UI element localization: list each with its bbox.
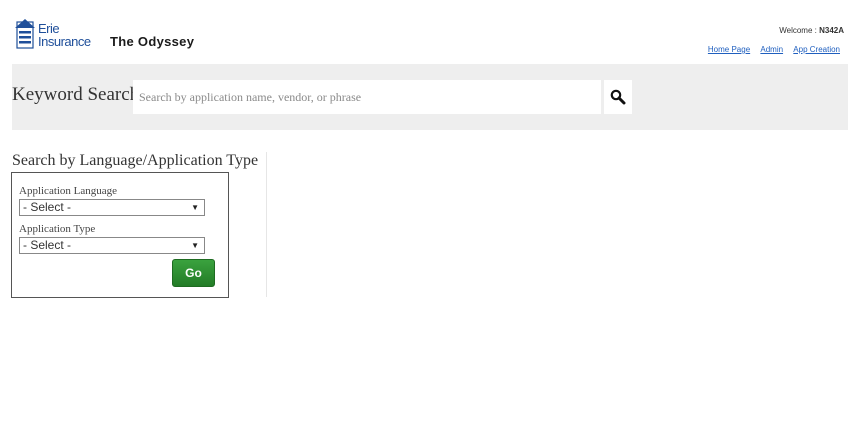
dropdown-arrow-icon: ▼ [191, 241, 199, 250]
home-page-link[interactable]: Home Page [708, 45, 750, 54]
app-creation-link[interactable]: App Creation [793, 45, 840, 54]
section-title: Search by Language/Application Type [12, 152, 259, 169]
admin-link[interactable]: Admin [760, 45, 783, 54]
logo-text-line2: Insurance [38, 34, 91, 49]
search-icon [610, 89, 626, 105]
welcome-text: Welcome : N342A [779, 26, 844, 35]
keyword-search-input[interactable] [133, 80, 601, 114]
keyword-search-bar: Keyword Search [12, 64, 848, 130]
keyword-search-label: Keyword Search [12, 84, 140, 105]
application-language-value: - Select - [23, 200, 72, 214]
top-nav-links: Home Page Admin App Creation [700, 45, 840, 54]
application-language-select[interactable]: - Select - ▼ [19, 199, 205, 216]
app-title: The Odyssey [110, 34, 195, 49]
erie-insurance-logo: Erie Insurance [15, 18, 95, 56]
vertical-divider [266, 152, 267, 297]
application-type-value: - Select - [23, 238, 72, 252]
filter-panel: Application Language - Select - ▼ Applic… [11, 172, 229, 298]
search-button[interactable] [604, 80, 632, 114]
erie-logo-icon [15, 19, 35, 49]
dropdown-arrow-icon: ▼ [191, 203, 199, 212]
application-language-label: Application Language [19, 185, 118, 197]
welcome-user: N342A [819, 26, 844, 35]
go-button[interactable]: Go [172, 259, 215, 287]
welcome-prefix: Welcome : [779, 26, 820, 35]
application-type-select[interactable]: - Select - ▼ [19, 237, 205, 254]
application-type-label: Application Type [19, 223, 96, 235]
